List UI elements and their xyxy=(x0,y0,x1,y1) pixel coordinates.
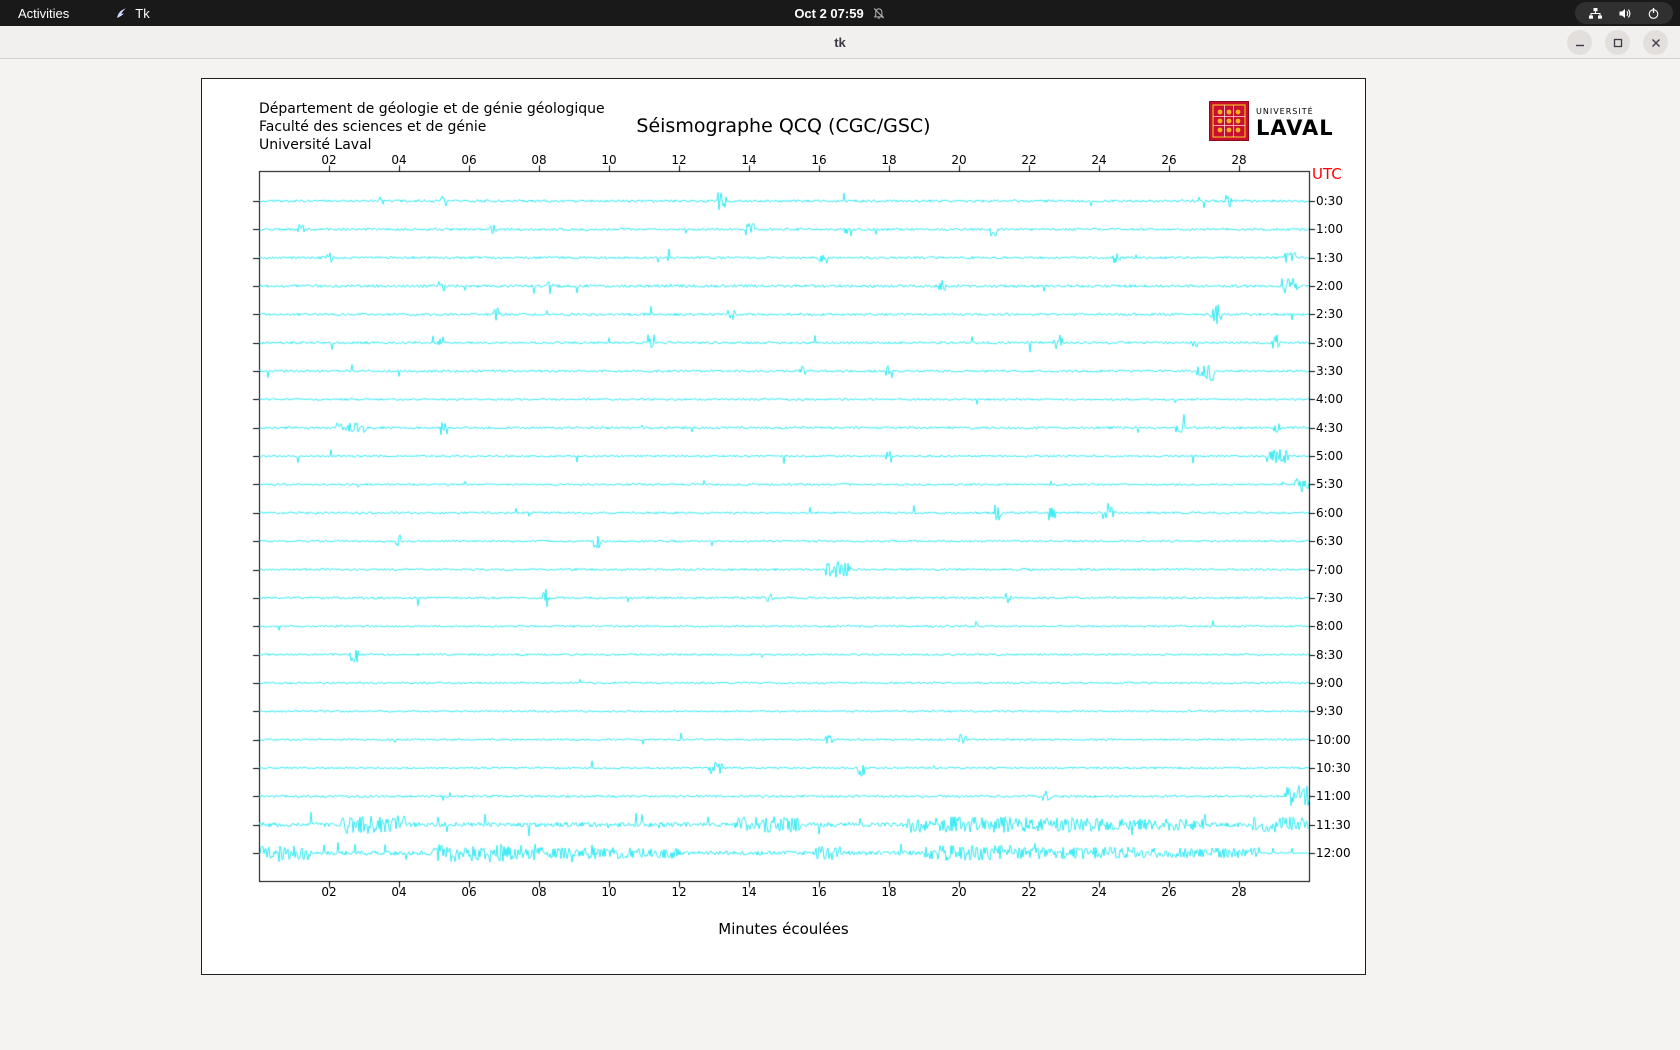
power-icon xyxy=(1647,7,1660,20)
laval-logo-text: UNIVERSITÉ LAVAL xyxy=(1256,107,1334,139)
system-tray[interactable] xyxy=(1575,2,1673,24)
window-controls xyxy=(1567,30,1668,55)
app-menu-tk[interactable]: Tk xyxy=(115,5,150,21)
maximize-button[interactable] xyxy=(1605,30,1630,55)
clock-button[interactable]: Oct 2 07:59 xyxy=(794,6,885,21)
clock-label: Oct 2 07:59 xyxy=(794,5,864,21)
activities-button[interactable]: Activities xyxy=(0,0,87,26)
app-menu-label: Tk xyxy=(135,5,150,21)
laval-logo-line2: LAVAL xyxy=(1256,116,1334,140)
header-line-3: Université Laval xyxy=(259,137,372,153)
laval-emblem-icon xyxy=(1209,101,1249,145)
tk-feather-icon xyxy=(115,7,128,20)
close-button[interactable] xyxy=(1643,30,1668,55)
seismograph-canvas xyxy=(202,79,1367,976)
network-icon xyxy=(1588,7,1603,20)
notifications-disabled-icon xyxy=(873,7,886,20)
utc-axis-label: UTC xyxy=(1312,165,1342,183)
window-title: tk xyxy=(834,34,846,50)
volume-icon xyxy=(1618,7,1632,20)
seismograph-panel: Département de géologie et de génie géol… xyxy=(201,78,1367,976)
minimize-button[interactable] xyxy=(1567,30,1592,55)
top-bar: Activities Tk Oct 2 07:59 xyxy=(0,0,1680,26)
window-titlebar[interactable]: tk xyxy=(0,26,1680,59)
plot-title: Séismographe QCQ (CGC/GSC) xyxy=(636,115,931,137)
x-axis-label: Minutes écoulées xyxy=(718,920,849,938)
laval-logo: UNIVERSITÉ LAVAL xyxy=(1209,101,1334,145)
